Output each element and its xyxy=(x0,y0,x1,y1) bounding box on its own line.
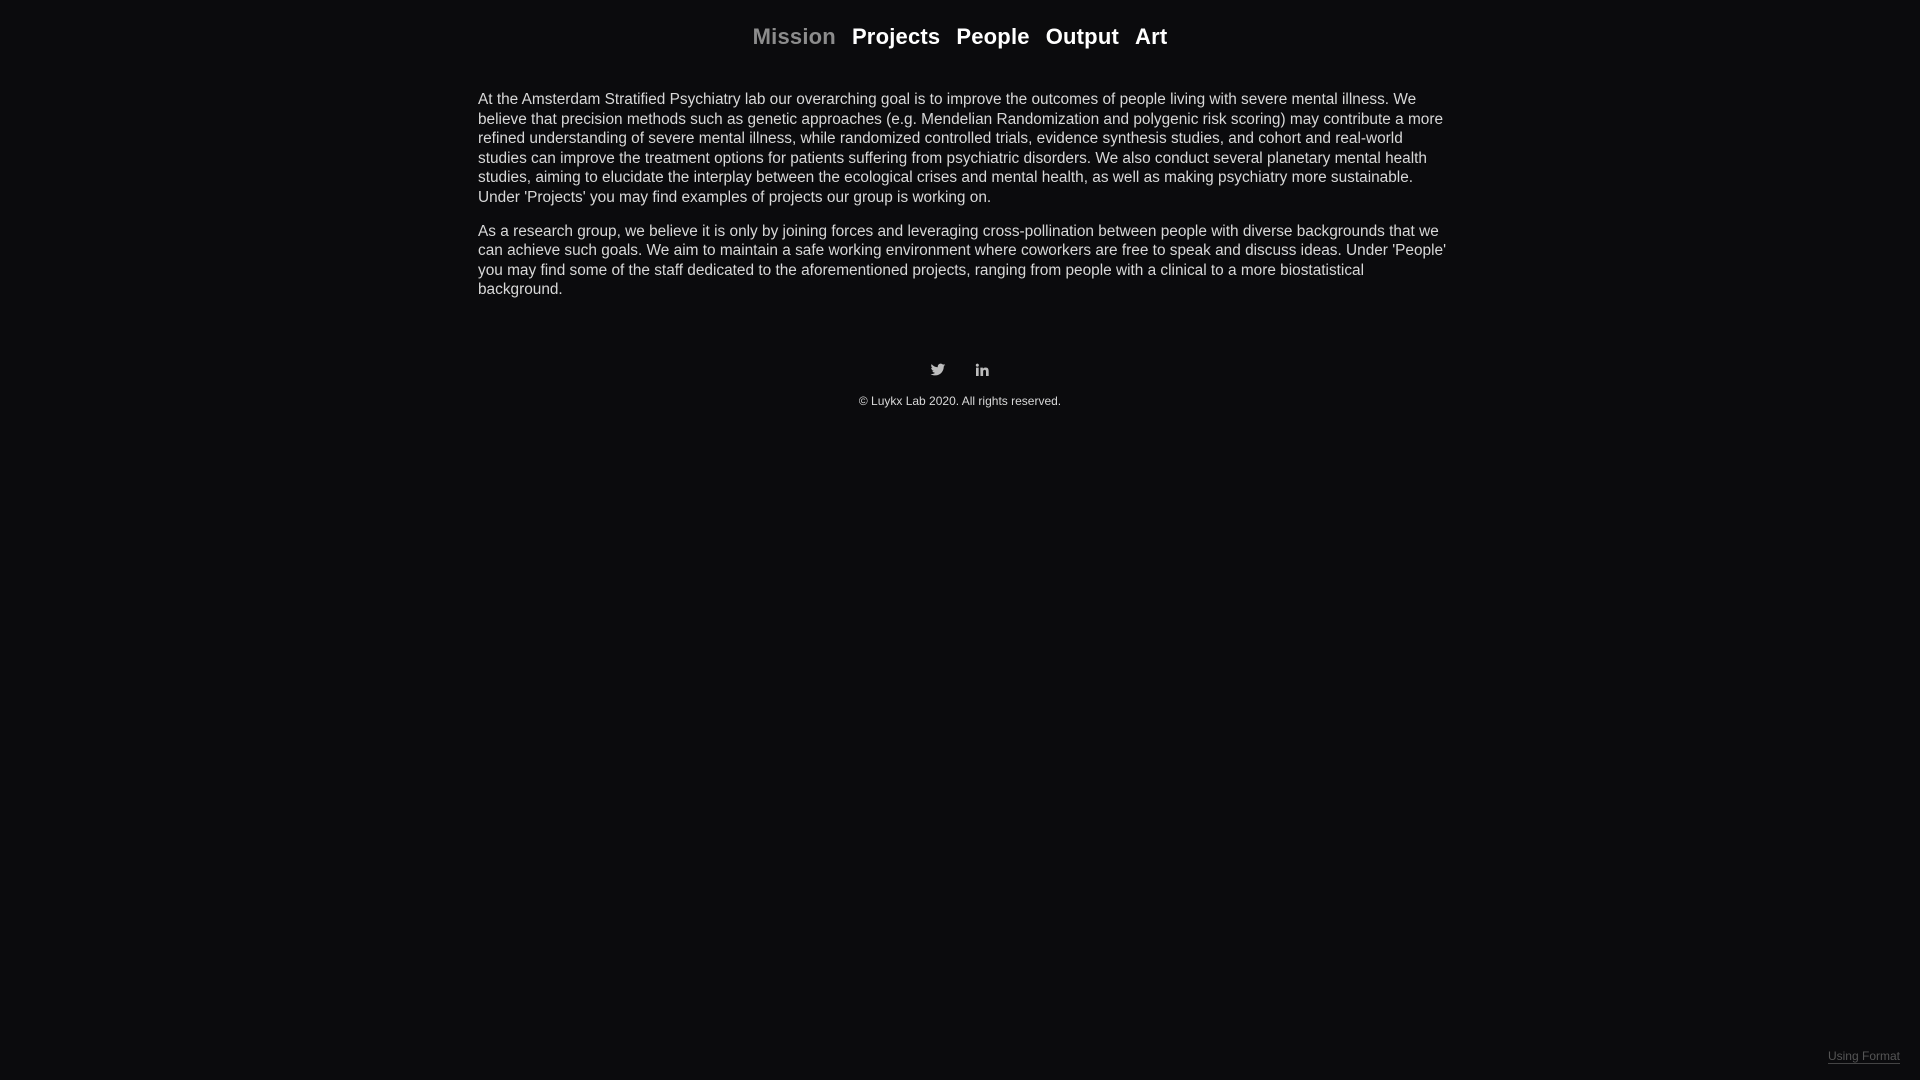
social-links xyxy=(0,362,1920,378)
linkedin-icon xyxy=(975,363,989,376)
using-format-link[interactable]: Using Format xyxy=(1827,1049,1900,1064)
mission-paragraph-1: At the Amsterdam Stratified Psychiatry l… xyxy=(478,91,1444,206)
twitter-link[interactable] xyxy=(930,362,946,378)
main-nav: Mission Projects People Output Art xyxy=(0,20,1920,54)
nav-item-projects[interactable]: Projects xyxy=(852,20,940,54)
nav-item-output[interactable]: Output xyxy=(1046,20,1119,54)
nav-item-people[interactable]: People xyxy=(956,20,1029,54)
linkedin-link[interactable] xyxy=(974,362,990,378)
mission-paragraph-2: As a research group, we believe it is on… xyxy=(478,222,1447,299)
nav-item-art[interactable]: Art xyxy=(1135,20,1167,54)
nav-item-mission[interactable]: Mission xyxy=(753,20,836,54)
copyright-text: © Luykx Lab 2020. All rights reserved. xyxy=(858,394,1062,408)
mission-content: At the Amsterdam Stratified Psychiatry l… xyxy=(478,90,1448,314)
twitter-icon xyxy=(930,363,946,376)
page: Mission Projects People Output Art At th… xyxy=(0,0,1920,1080)
